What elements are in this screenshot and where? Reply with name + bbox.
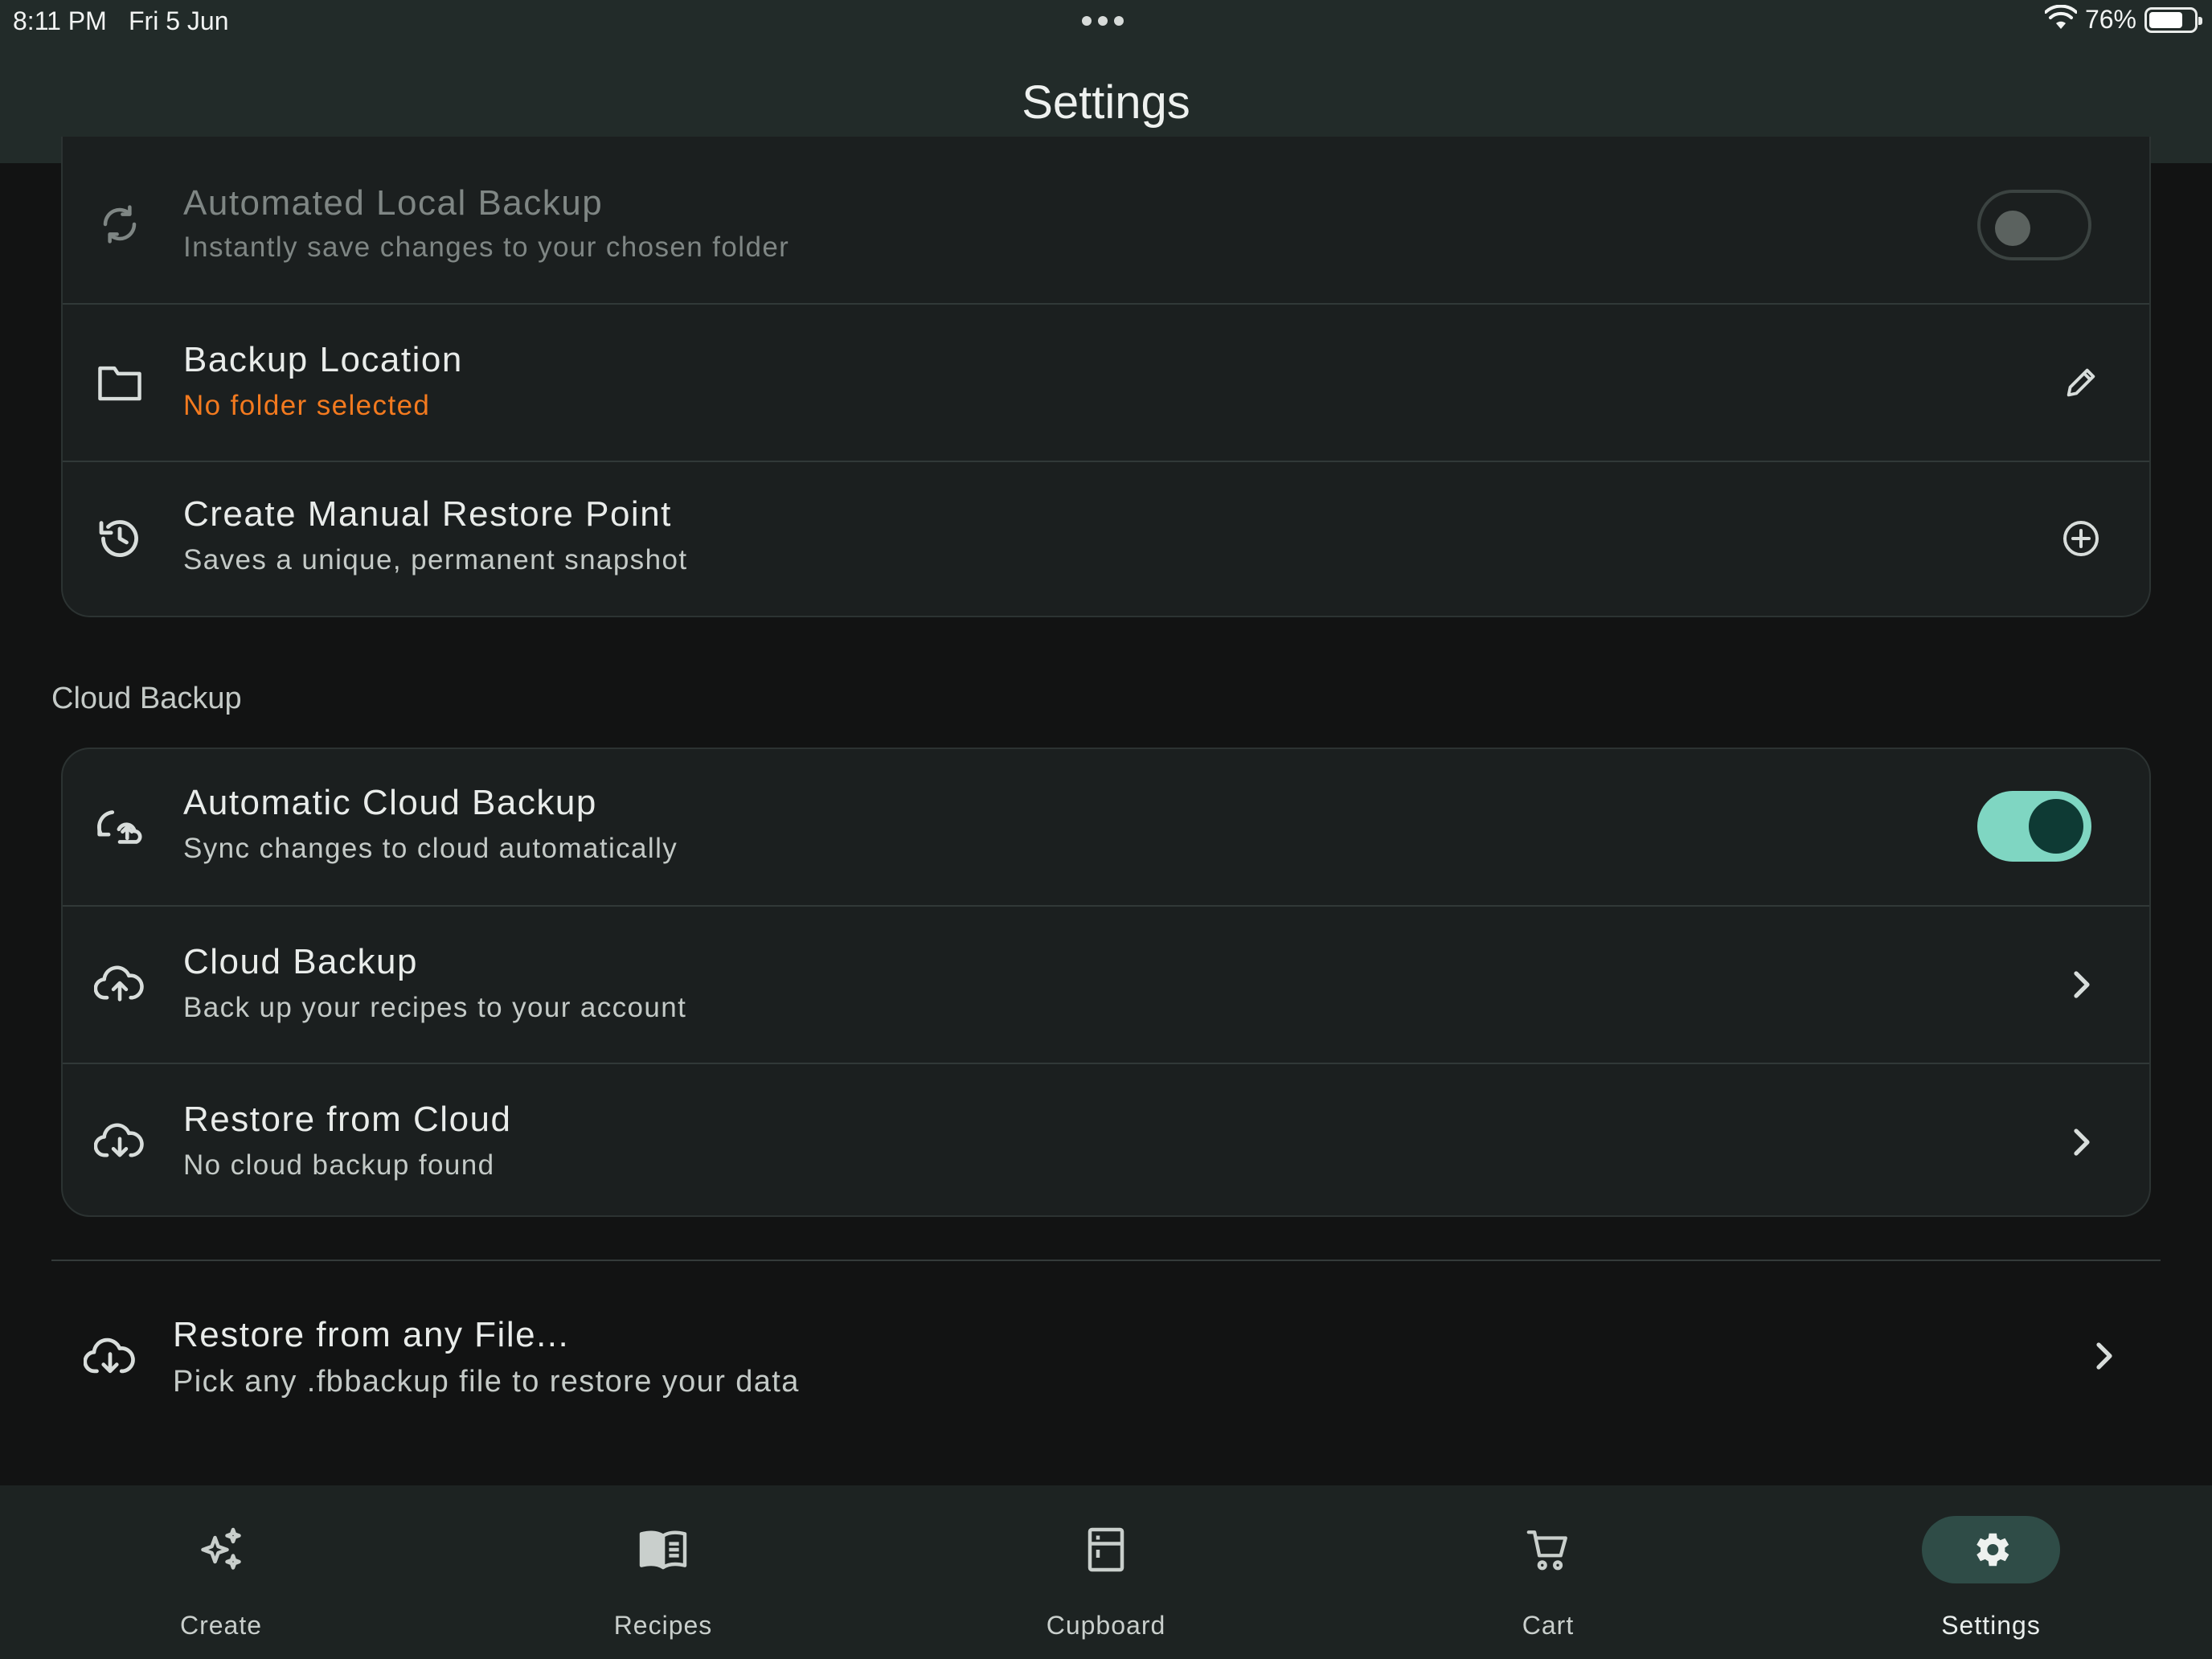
status-time: 8:11 PM (13, 6, 107, 35)
nav-cupboard[interactable]: Cupboard (985, 1485, 1227, 1659)
restore-from-cloud-title: Restore from Cloud (183, 1100, 512, 1139)
cloud-backup-row[interactable]: Cloud Backup Back up your recipes to you… (63, 907, 2149, 1063)
cloud-backup-title: Cloud Backup (183, 942, 418, 981)
local-backup-card: Automated Local Backup Instantly save ch… (61, 137, 2151, 617)
multitasking-dots-icon[interactable] (1082, 16, 1124, 26)
status-date: Fri 5 Jun (129, 6, 229, 35)
automatic-cloud-backup-row[interactable]: Automatic Cloud Backup Sync changes to c… (63, 749, 2149, 905)
cloud-download-icon (84, 1329, 137, 1382)
nav-create-label: Create (179, 1611, 263, 1640)
bottom-navigation: Create Recipes Cupboard Cart Settings (0, 1485, 2212, 1659)
automated-local-backup-title: Automated Local Backup (183, 183, 604, 223)
restore-from-cloud-row[interactable]: Restore from Cloud No cloud backup found (63, 1064, 2149, 1215)
cloud-download-icon (93, 1114, 146, 1167)
create-manual-restore-point-title: Create Manual Restore Point (183, 494, 672, 534)
restore-from-file-row[interactable]: Restore from any File... Pick any .fbbac… (0, 1270, 2212, 1447)
automatic-cloud-backup-subtitle: Sync changes to cloud automatically (183, 833, 678, 864)
chevron-right-icon[interactable] (2053, 956, 2109, 1013)
sync-icon (93, 198, 146, 251)
automated-local-backup-row[interactable]: Automated Local Backup Instantly save ch… (63, 137, 2149, 304)
backup-location-row[interactable]: Backup Location No folder selected (63, 305, 2149, 461)
nav-recipes[interactable]: Recipes (543, 1485, 784, 1659)
cloud-backup-subtitle: Back up your recipes to your account (183, 992, 687, 1023)
page-title: Settings (1022, 76, 1190, 129)
book-icon (594, 1516, 732, 1583)
settings-screen: 8:11 PM Fri 5 Jun 76% Settings Automated… (0, 0, 2212, 1659)
nav-cart[interactable]: Cart (1428, 1485, 1669, 1659)
cart-icon (1479, 1516, 1617, 1583)
nav-settings[interactable]: Settings (1870, 1485, 2112, 1659)
status-indicators: 76% (2043, 4, 2202, 35)
wifi-icon (2043, 4, 2078, 35)
battery-percentage: 76% (2084, 5, 2136, 34)
add-circle-icon[interactable] (2053, 510, 2109, 567)
gear-icon (1922, 1516, 2060, 1583)
create-manual-restore-point-subtitle: Saves a unique, permanent snapshot (183, 544, 688, 576)
nav-recipes-label: Recipes (613, 1611, 713, 1640)
create-manual-restore-point-row[interactable]: Create Manual Restore Point Saves a uniq… (63, 462, 2149, 616)
cloud-backup-card: Automatic Cloud Backup Sync changes to c… (61, 748, 2151, 1217)
backup-location-status: No folder selected (183, 390, 431, 421)
cupboard-icon (1037, 1516, 1175, 1583)
automatic-cloud-backup-title: Automatic Cloud Backup (183, 783, 597, 822)
sparkles-icon (152, 1516, 290, 1583)
automated-local-backup-toggle[interactable] (1977, 190, 2091, 260)
nav-cupboard-label: Cupboard (1046, 1611, 1166, 1640)
chevron-right-icon[interactable] (2053, 1114, 2109, 1170)
automated-local-backup-subtitle: Instantly save changes to your chosen fo… (183, 231, 790, 263)
restore-from-cloud-subtitle: No cloud backup found (183, 1149, 495, 1181)
cloud-backup-section-label: Cloud Backup (51, 682, 242, 715)
nav-settings-label: Settings (1941, 1611, 2041, 1640)
folder-icon (93, 356, 146, 409)
battery-icon (2144, 6, 2202, 33)
automatic-cloud-backup-toggle[interactable] (1977, 791, 2091, 862)
edit-icon[interactable] (2053, 354, 2109, 411)
nav-create[interactable]: Create (100, 1485, 342, 1659)
cloud-sync-icon (93, 801, 146, 854)
restore-from-file-subtitle: Pick any .fbbackup file to restore your … (173, 1365, 800, 1399)
chevron-right-icon[interactable] (2075, 1328, 2132, 1384)
restore-from-file-title: Restore from any File... (173, 1315, 570, 1354)
section-divider (51, 1260, 2161, 1261)
nav-cart-label: Cart (1522, 1611, 1575, 1640)
history-icon (93, 512, 146, 565)
backup-location-title: Backup Location (183, 340, 463, 379)
cloud-upload-icon (93, 956, 146, 1010)
